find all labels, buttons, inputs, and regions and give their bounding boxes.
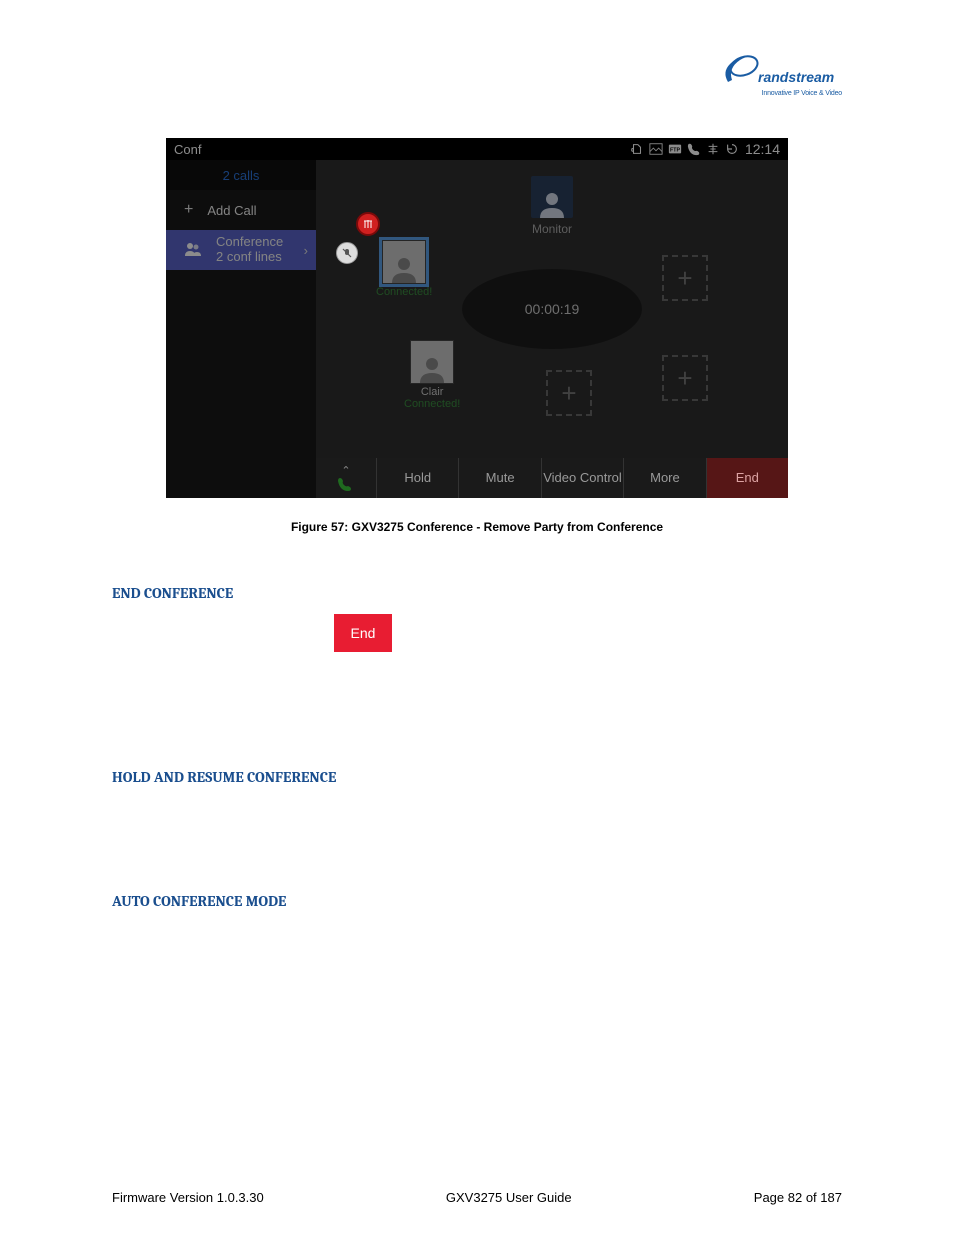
- brand-logo: randstream Innovative IP Voice & Video: [722, 52, 842, 97]
- status-icons: FTP: [630, 142, 739, 156]
- handset-icon: [337, 477, 355, 491]
- heading-hold-resume: HOLD AND RESUME CONFERENCE: [112, 768, 842, 786]
- heading-auto-conf: AUTO CONFERENCE MODE: [112, 892, 842, 910]
- status-time: 12:14: [745, 141, 780, 157]
- monitor-label: Monitor: [531, 222, 573, 236]
- participant-highlighted[interactable]: Connected!: [376, 240, 432, 298]
- conference-duration: 00:00:19: [462, 269, 642, 349]
- participant-name: Clair: [404, 386, 460, 398]
- bottom-bar: ⌃ Hold Mute Video Control More End: [316, 458, 788, 498]
- video-control-button[interactable]: Video Control: [541, 458, 623, 498]
- remove-party-icon[interactable]: [356, 212, 380, 236]
- sync-icon: [725, 142, 739, 156]
- more-button[interactable]: More: [623, 458, 705, 498]
- chevron-right-icon: ›: [304, 243, 308, 258]
- plus-icon: +: [184, 201, 193, 219]
- network-icon: [706, 142, 720, 156]
- page-footer: Firmware Version 1.0.3.30 GXV3275 User G…: [112, 1180, 842, 1205]
- conference-line-item[interactable]: Conference 2 conf lines ›: [166, 230, 316, 270]
- voicemail-icon: [630, 142, 644, 156]
- avatar-icon: [382, 240, 426, 284]
- conference-canvas: 00:00:19 Monitor Connected!: [316, 160, 788, 458]
- footer-firmware: Firmware Version 1.0.3.30: [112, 1190, 264, 1205]
- heading-end-conference: END CONFERENCE: [112, 584, 842, 602]
- participant-status: Connected!: [404, 398, 460, 410]
- end-call-button[interactable]: End: [706, 458, 788, 498]
- conference-screenshot: Conf FTP 12:14 2 calls + Add Call: [166, 138, 788, 498]
- ftp-icon: FTP: [668, 142, 682, 156]
- add-participant-slot[interactable]: +: [662, 355, 708, 401]
- status-title: Conf: [174, 142, 630, 157]
- participant-clair[interactable]: Clair Connected!: [404, 340, 460, 410]
- participant-status: Connected!: [376, 286, 432, 298]
- conference-icon: [184, 242, 202, 259]
- conference-line-label: Conference 2 conf lines: [216, 235, 283, 265]
- mute-button[interactable]: Mute: [458, 458, 540, 498]
- add-call-label: Add Call: [207, 203, 256, 218]
- status-bar: Conf FTP 12:14: [166, 138, 788, 160]
- monitor-slot[interactable]: Monitor: [531, 176, 573, 236]
- dialer-button[interactable]: ⌃: [316, 458, 376, 498]
- avatar-icon: [410, 340, 454, 384]
- svg-text:FTP: FTP: [670, 148, 680, 154]
- add-participant-slot[interactable]: +: [662, 255, 708, 301]
- end-button-inline: End: [334, 614, 392, 652]
- picture-icon: [649, 142, 663, 156]
- svg-text:randstream: randstream: [758, 69, 834, 85]
- figure-caption: Figure 57: GXV3275 Conference - Remove P…: [112, 520, 842, 534]
- add-call-button[interactable]: + Add Call: [166, 190, 316, 230]
- handset-icon: [687, 142, 701, 156]
- hold-button[interactable]: Hold: [376, 458, 458, 498]
- footer-title: GXV3275 User Guide: [446, 1190, 572, 1205]
- side-panel: 2 calls + Add Call Conference 2 conf lin…: [166, 160, 316, 498]
- add-participant-slot[interactable]: +: [546, 370, 592, 416]
- footer-page: Page 82 of 187: [754, 1190, 842, 1205]
- chevron-up-icon: ⌃: [341, 465, 350, 477]
- calls-header: 2 calls: [166, 160, 316, 190]
- brand-tagline: Innovative IP Voice & Video: [722, 90, 842, 97]
- mute-party-icon[interactable]: [336, 242, 358, 264]
- monitor-avatar-icon: [531, 176, 573, 218]
